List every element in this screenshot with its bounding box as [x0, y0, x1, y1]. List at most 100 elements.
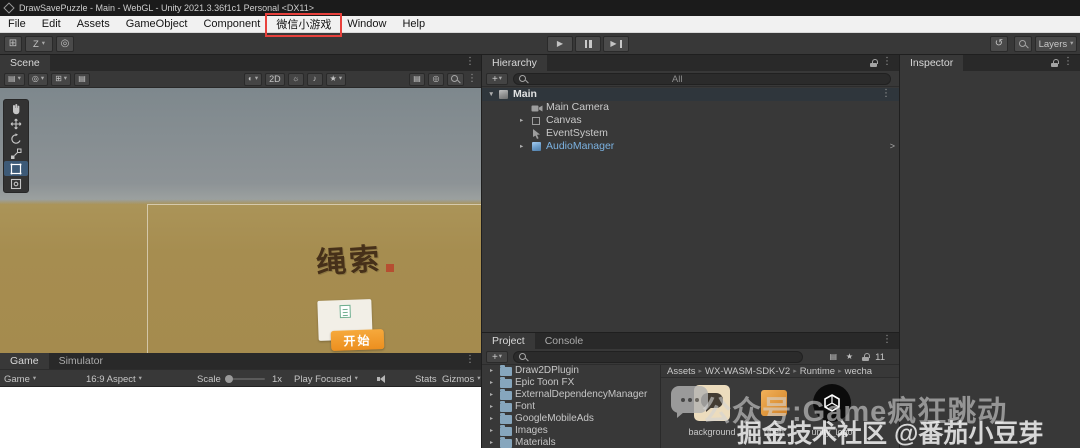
tool-settings-dropdown[interactable]: ▤ ▾: [4, 72, 25, 86]
game-pane-menu-icon[interactable]: ⋮: [465, 355, 475, 365]
play-focused-dropdown[interactable]: Play Focused ▾: [294, 370, 358, 388]
hierarchy-item-main-camera[interactable]: Main Camera: [482, 101, 899, 114]
folder-row-draw2dplugin[interactable]: ▸ Draw2DPlugin: [482, 365, 660, 377]
overlay-toggle-button[interactable]: ▤: [74, 72, 91, 86]
grid-settings-button[interactable]: ⊞: [4, 36, 22, 52]
hierarchy-tree: ▼ Main ⋮ Main Camera ▸ Canvas EventSyste…: [482, 87, 899, 332]
2d-toggle[interactable]: 2D: [265, 72, 285, 86]
menu-component[interactable]: Component: [195, 16, 268, 33]
expand-arrow-icon[interactable]: ▸: [490, 401, 493, 413]
mute-audio-toggle[interactable]: [377, 370, 387, 388]
camera-settings-button[interactable]: ◎: [428, 72, 444, 86]
expand-arrow-icon[interactable]: ▸: [490, 365, 493, 377]
create-object-button[interactable]: + ▾: [486, 73, 508, 85]
hierarchy-item-canvas[interactable]: ▸ Canvas: [482, 114, 899, 127]
folder-row-epic-toon-fx[interactable]: ▸ Epic Toon FX: [482, 377, 660, 389]
view-tool-button[interactable]: [4, 101, 28, 116]
breadcrumb-sdk[interactable]: WX-WASM-SDK-V2: [705, 366, 790, 377]
scale-tool-button[interactable]: [4, 146, 28, 161]
breadcrumb-wechat[interactable]: wecha: [845, 366, 872, 377]
favorites-icon[interactable]: ★: [846, 353, 853, 361]
pivot-toggle-button[interactable]: ◎: [56, 36, 74, 52]
shading-mode-dropdown[interactable]: ◐ ▾: [244, 72, 263, 86]
expand-arrow-icon[interactable]: ▸: [520, 140, 523, 153]
start-button[interactable]: 开始: [330, 329, 385, 351]
hierarchy-pane-menu-icon[interactable]: ⋮: [882, 57, 892, 67]
scene-search-button[interactable]: [447, 72, 464, 86]
scene-toolbar-menu-icon[interactable]: ⋮: [467, 74, 477, 84]
ui-canvas-outline: [147, 204, 481, 353]
tab-hierarchy[interactable]: Hierarchy: [482, 55, 547, 71]
rotate-tool-button[interactable]: [4, 131, 28, 146]
z-tool-dropdown[interactable]: Z ▾: [25, 36, 53, 52]
menu-help[interactable]: Help: [394, 16, 433, 33]
expand-arrow-icon[interactable]: ▸: [520, 114, 523, 127]
scene-viewport[interactable]: 绳索 开始: [0, 88, 481, 353]
scene-options-icon[interactable]: ⋮: [881, 89, 891, 99]
grid-visibility-dropdown[interactable]: ⊞ ▾: [51, 72, 72, 86]
hierarchy-lock-icon[interactable]: [870, 59, 878, 67]
tab-simulator[interactable]: Simulator: [49, 353, 113, 369]
inspector-pane-menu-icon[interactable]: ⋮: [1063, 57, 1073, 67]
expand-arrow-icon[interactable]: ▼: [488, 88, 494, 101]
menu-assets[interactable]: Assets: [69, 16, 118, 33]
tab-console[interactable]: Console: [535, 333, 594, 349]
scale-slider[interactable]: [225, 375, 265, 383]
folder-row-images[interactable]: ▸ Images: [482, 425, 660, 437]
snap-settings-dropdown[interactable]: ◎ ▾: [27, 72, 49, 86]
scale-slider-knob[interactable]: [225, 375, 233, 383]
folder-row-googlemobileads[interactable]: ▸ GoogleMobileAds: [482, 413, 660, 425]
step-button[interactable]: ▶: [603, 36, 629, 52]
undo-history-button[interactable]: ↺: [990, 36, 1008, 52]
tab-project[interactable]: Project: [482, 333, 535, 349]
hierarchy-item-main[interactable]: ▼ Main ⋮: [482, 88, 899, 101]
breadcrumb-assets[interactable]: Assets: [667, 366, 696, 377]
menu-gameobject[interactable]: GameObject: [118, 16, 196, 33]
rect-tool-button[interactable]: [4, 161, 28, 176]
breadcrumb-runtime[interactable]: Runtime: [800, 366, 835, 377]
game-display-dropdown[interactable]: Game ▾: [4, 370, 36, 388]
global-search-button[interactable]: [1014, 36, 1032, 52]
tab-scene[interactable]: Scene: [0, 55, 50, 71]
pause-button[interactable]: [575, 36, 601, 52]
prefab-open-arrow-icon[interactable]: >: [890, 140, 895, 153]
expand-arrow-icon[interactable]: ▸: [490, 389, 493, 401]
layers-label: Layers: [1038, 38, 1068, 50]
tab-inspector[interactable]: Inspector: [900, 55, 964, 71]
expand-arrow-icon[interactable]: ▸: [490, 425, 493, 437]
audio-toggle[interactable]: ♪: [306, 72, 323, 86]
hidden-objects-toggle[interactable]: ▤: [409, 72, 425, 86]
menu-edit[interactable]: Edit: [34, 16, 69, 33]
expand-arrow-icon[interactable]: ▸: [490, 437, 493, 448]
project-search-input[interactable]: [513, 351, 803, 363]
transform-tool-button[interactable]: [4, 176, 28, 191]
aspect-label: 16:9 Aspect: [86, 373, 136, 385]
hierarchy-item-eventsystem[interactable]: EventSystem: [482, 127, 899, 140]
stats-toggle[interactable]: Stats: [415, 370, 437, 388]
layers-dropdown[interactable]: Layers ▾: [1035, 36, 1077, 52]
hierarchy-search-input[interactable]: All: [513, 73, 891, 85]
hierarchy-item-audiomanager[interactable]: ▸ AudioManager >: [482, 140, 899, 153]
folder-icon: [500, 377, 512, 388]
folder-row-materials[interactable]: ▸ Materials: [482, 437, 660, 448]
menu-window[interactable]: Window: [339, 16, 394, 33]
expand-arrow-icon[interactable]: ▸: [490, 413, 493, 425]
scene-pane-menu-icon[interactable]: ⋮: [465, 57, 475, 67]
gizmos-dropdown[interactable]: Gizmos ▾: [442, 370, 480, 388]
expand-arrow-icon[interactable]: ▸: [490, 377, 493, 389]
folder-row-externaldependencymanager[interactable]: ▸ ExternalDependencyManager: [482, 389, 660, 401]
play-button[interactable]: ▶: [547, 36, 573, 52]
create-asset-button[interactable]: + ▾: [486, 351, 508, 363]
inspector-lock-icon[interactable]: [1051, 59, 1059, 67]
move-tool-button[interactable]: [4, 116, 28, 131]
project-pane-menu-icon[interactable]: ⋮: [882, 335, 892, 345]
tab-game[interactable]: Game: [0, 353, 49, 369]
folder-row-font[interactable]: ▸ Font: [482, 401, 660, 413]
effects-dropdown[interactable]: ★ ▾: [325, 72, 347, 86]
menu-wechat-minigame[interactable]: 微信小游戏: [265, 12, 343, 37]
hidden-packages-lock-icon[interactable]: [862, 353, 870, 361]
search-by-type-icon[interactable]: ▤: [829, 353, 837, 361]
aspect-ratio-dropdown[interactable]: 16:9 Aspect ▾: [86, 370, 142, 388]
menu-file[interactable]: File: [0, 16, 34, 33]
lighting-toggle[interactable]: ☼: [287, 72, 304, 86]
